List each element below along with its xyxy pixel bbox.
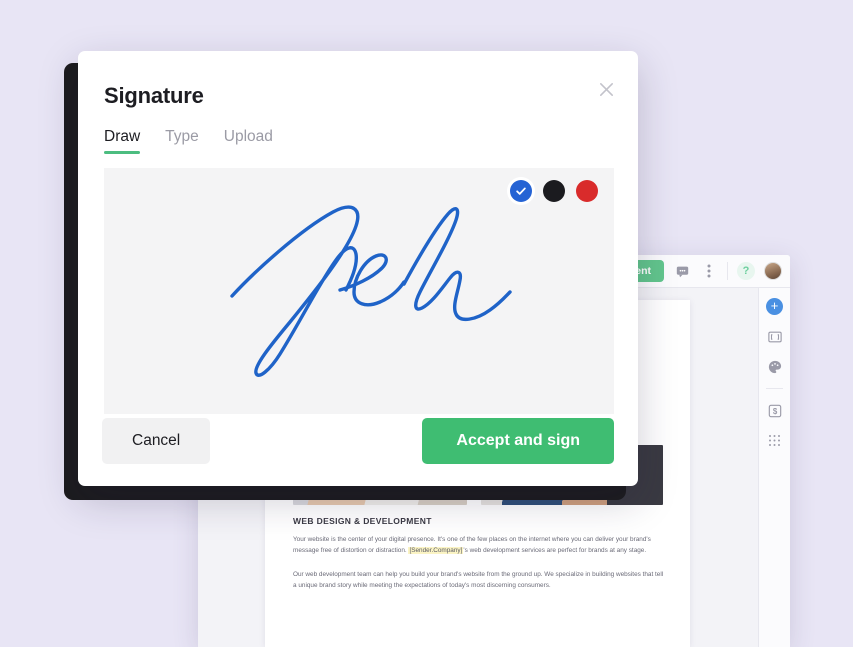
help-icon[interactable]: ? (737, 262, 755, 280)
color-swatch-black[interactable] (543, 180, 565, 202)
check-icon (510, 180, 532, 202)
comment-icon[interactable] (673, 262, 691, 280)
tab-type[interactable]: Type (165, 128, 199, 154)
color-swatch-blue[interactable] (510, 180, 532, 202)
tab-draw[interactable]: Draw (104, 128, 141, 154)
signature-tabs: Draw Type Upload (104, 128, 614, 154)
signature-drawing-pad[interactable] (104, 168, 614, 414)
pricing-dollar-icon[interactable]: $ (766, 402, 783, 419)
svg-text:$: $ (772, 407, 777, 416)
signature-modal: Signature Draw Type Upload Cancel Accept… (78, 51, 638, 486)
document-paragraph-1: Your website is the center of your digit… (293, 534, 665, 556)
kebab-menu-icon[interactable] (700, 262, 718, 280)
avatar[interactable] (764, 262, 782, 280)
cancel-button[interactable]: Cancel (102, 418, 211, 464)
handwritten-signature (230, 205, 512, 377)
page-title: Signature (104, 83, 204, 108)
modal-actions: Cancel Accept and sign (102, 418, 614, 464)
right-sidebar: + $ (758, 288, 790, 647)
apps-grid-icon[interactable] (766, 432, 783, 449)
text-field-icon[interactable] (766, 328, 783, 345)
color-swatch-red[interactable] (576, 180, 598, 202)
palette-icon[interactable] (766, 358, 783, 375)
plus-circle-icon[interactable]: + (766, 298, 783, 315)
screen: Send document ? ••• WEB DESIGN & DEVELOP… (0, 0, 853, 647)
tab-upload[interactable]: Upload (224, 128, 273, 154)
close-icon[interactable] (593, 76, 619, 102)
accept-and-sign-button[interactable]: Accept and sign (422, 418, 614, 464)
rail-divider (766, 388, 783, 389)
color-swatches (510, 180, 598, 202)
paragraph-1-text-after: 's web development services are perfect … (463, 547, 647, 555)
toolbar-divider (727, 262, 728, 280)
document-heading: WEB DESIGN & DEVELOPMENT (293, 516, 432, 526)
document-paragraph-2: Our web development team can help you bu… (293, 571, 664, 590)
sender-company-token[interactable]: [Sender.Company] (408, 547, 464, 555)
